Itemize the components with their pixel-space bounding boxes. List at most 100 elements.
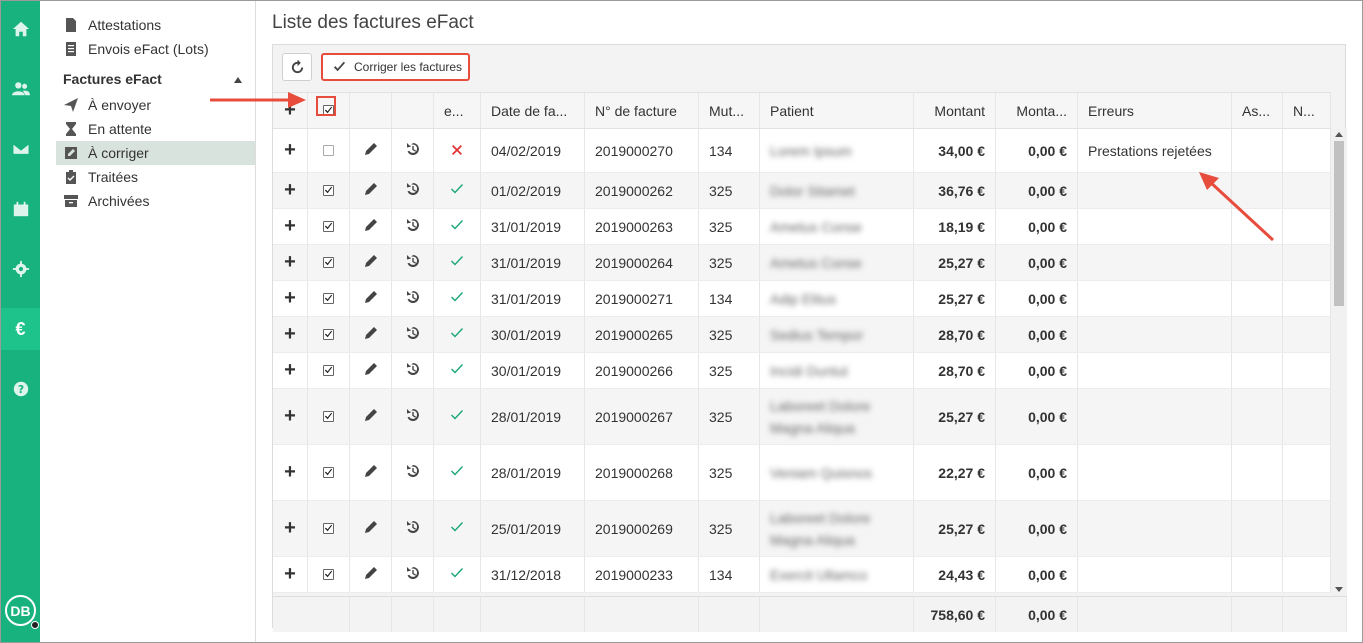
nav-item-archivees[interactable]: Archivées [56,189,255,213]
table-row[interactable]: +31/12/2018 2019000233 134 Exercit Ullamco 2… [273,557,1331,593]
amount-column-header[interactable]: Montant [914,93,996,128]
pencil-icon[interactable] [364,520,378,537]
history-icon[interactable] [406,464,420,481]
select-cell[interactable] [308,389,350,444]
history-cell[interactable] [392,209,434,244]
expand-cell[interactable]: + [273,557,308,592]
history-icon[interactable] [406,254,420,271]
table-row[interactable]: +01/02/2019 2019000262 325 Dolor Sitamet 36,… [273,173,1331,209]
row-checkbox[interactable] [323,257,334,268]
table-row[interactable]: +31/01/2019 2019000264 325 Ametus Conse 25,2… [273,245,1331,281]
edit-cell[interactable] [350,173,392,208]
history-icon[interactable] [406,408,420,425]
row-checkbox[interactable] [323,145,334,156]
help-icon[interactable]: ? [1,368,40,410]
scroll-up-arrow[interactable] [1335,132,1343,137]
expand-cell[interactable]: + [273,209,308,244]
expand-cell[interactable]: + [273,445,308,500]
select-cell[interactable] [308,245,350,280]
table-row[interactable]: +30/01/2019 2019000265 325 Sedius Tempor 28,… [273,317,1331,353]
mutuelle-column-header[interactable]: Mut... [699,93,760,128]
billing-euro-icon[interactable]: € [1,308,40,350]
history-cell[interactable] [392,245,434,280]
expand-row-icon[interactable]: + [284,287,296,310]
expand-row-icon[interactable]: + [284,405,296,428]
edit-cell[interactable] [350,317,392,352]
history-cell[interactable] [392,445,434,500]
expand-cell[interactable]: + [273,129,308,172]
pencil-icon[interactable] [364,218,378,235]
pencil-icon[interactable] [364,408,378,425]
scroll-down-arrow[interactable] [1335,587,1343,592]
row-checkbox[interactable] [323,365,334,376]
pencil-icon[interactable] [364,464,378,481]
refresh-button[interactable] [282,53,312,81]
expand-row-icon[interactable]: + [284,251,296,274]
home-icon[interactable] [1,8,40,50]
row-checkbox[interactable] [323,411,334,422]
table-row[interactable]: +04/02/2019 2019000270 134 Lorem Ipsum 34,00… [273,129,1331,173]
history-icon[interactable] [406,290,420,307]
expand-cell[interactable]: + [273,501,308,556]
expand-row-icon[interactable]: + [284,563,296,586]
history-cell[interactable] [392,557,434,592]
select-cell[interactable] [308,501,350,556]
table-row[interactable]: +31/01/2019 2019000271 134 Adip Elitus 25,27… [273,281,1331,317]
pencil-icon[interactable] [364,326,378,343]
date-column-header[interactable]: Date de fa... [481,93,585,128]
history-cell[interactable] [392,353,434,388]
table-row[interactable]: +28/01/2019 2019000268 325 Veniam Quisnos 22… [273,445,1331,501]
row-checkbox[interactable] [323,523,334,534]
expand-cell[interactable]: + [273,281,308,316]
edit-cell[interactable] [350,501,392,556]
history-cell[interactable] [392,389,434,444]
expand-row-icon[interactable]: + [284,139,296,162]
table-row[interactable]: +28/01/2019 2019000267 325 Laboreet Dolore … [273,389,1331,445]
edit-cell[interactable] [350,129,392,172]
select-cell[interactable] [308,173,350,208]
table-row[interactable]: +31/01/2019 2019000263 325 Ametus Conse 18,1… [273,209,1331,245]
nav-item-traitees[interactable]: Traitées [56,165,255,189]
pencil-icon[interactable] [364,290,378,307]
errors-column-header[interactable]: Erreurs [1078,93,1232,128]
edit-cell[interactable] [350,209,392,244]
table-row[interactable]: +25/01/2019 2019000269 325 Laboreet Dolore … [273,501,1331,557]
select-cell[interactable] [308,129,350,172]
table-row[interactable]: +30/01/2019 2019000266 325 Incidi Duntut 28,… [273,353,1331,389]
expand-row-icon[interactable]: + [284,323,296,346]
invoice-number-column-header[interactable]: N° de facture [585,93,699,128]
edit-cell[interactable] [350,245,392,280]
history-cell[interactable] [392,173,434,208]
users-icon[interactable] [1,68,40,110]
pencil-icon[interactable] [364,362,378,379]
history-icon[interactable] [406,520,420,537]
nav-item-a-corriger[interactable]: À corriger [56,141,255,165]
status-column-header[interactable]: e... [434,93,481,128]
row-checkbox[interactable] [323,329,334,340]
history-cell[interactable] [392,281,434,316]
edit-cell[interactable] [350,281,392,316]
pencil-icon[interactable] [364,254,378,271]
expand-cell[interactable]: + [273,389,308,444]
edit-cell[interactable] [350,353,392,388]
expand-row-icon[interactable]: + [284,461,296,484]
scroll-thumb[interactable] [1334,141,1344,306]
history-cell[interactable] [392,317,434,352]
expand-cell[interactable]: + [273,353,308,388]
nav-item-envois-efact[interactable]: Envois eFact (Lots) [56,37,255,61]
row-checkbox[interactable] [323,293,334,304]
history-icon[interactable] [406,362,420,379]
select-cell[interactable] [308,209,350,244]
patient-column-header[interactable]: Patient [760,93,914,128]
calendar-icon[interactable] [1,188,40,230]
row-checkbox[interactable] [323,185,334,196]
select-cell[interactable] [308,557,350,592]
edit-cell[interactable] [350,389,392,444]
row-checkbox[interactable] [323,569,334,580]
select-cell[interactable] [308,445,350,500]
history-icon[interactable] [406,142,420,159]
nav-section-title[interactable]: Factures eFact [63,71,248,87]
history-icon[interactable] [406,566,420,583]
history-cell[interactable] [392,501,434,556]
correct-invoices-button[interactable]: Corriger les factures [321,53,470,81]
